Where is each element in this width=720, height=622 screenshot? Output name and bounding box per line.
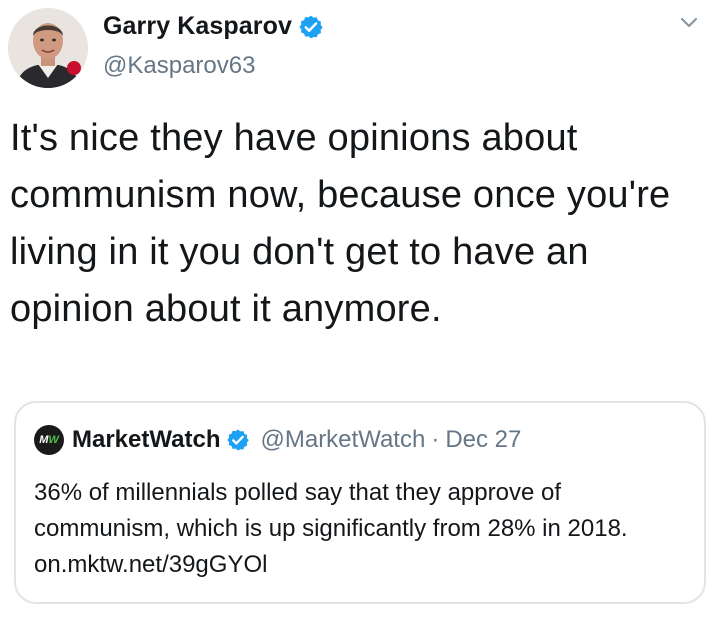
- author-display-name[interactable]: Garry Kasparov: [103, 12, 292, 41]
- author-name-row: Garry Kasparov: [103, 12, 324, 41]
- author-handle[interactable]: @Kasparov63: [103, 52, 255, 80]
- quoted-tweet-header: MW MarketWatch @MarketWatch · Dec 27: [34, 425, 521, 455]
- separator-dot: ·: [431, 426, 440, 453]
- chevron-down-icon[interactable]: [674, 8, 704, 38]
- verified-badge-icon: [226, 428, 250, 452]
- tweet-card: Garry Kasparov @Kasparov63 It's nice the…: [0, 0, 720, 622]
- quoted-tweet[interactable]: MW MarketWatch @MarketWatch · Dec 27 36%…: [14, 401, 706, 604]
- avatar-image: [8, 8, 88, 88]
- quoted-handle[interactable]: @MarketWatch: [260, 426, 425, 454]
- tweet-text: It's nice they have opinions about commu…: [10, 117, 671, 330]
- verified-badge-icon: [298, 14, 324, 40]
- avatar[interactable]: [8, 8, 88, 88]
- quoted-tweet-text: 36% of millennials polled say that they …: [34, 479, 628, 578]
- quoted-display-name[interactable]: MarketWatch: [72, 426, 220, 454]
- logo-text: MW: [39, 434, 59, 446]
- quoted-date[interactable]: Dec 27: [445, 426, 521, 454]
- marketwatch-logo-icon: MW: [34, 425, 64, 455]
